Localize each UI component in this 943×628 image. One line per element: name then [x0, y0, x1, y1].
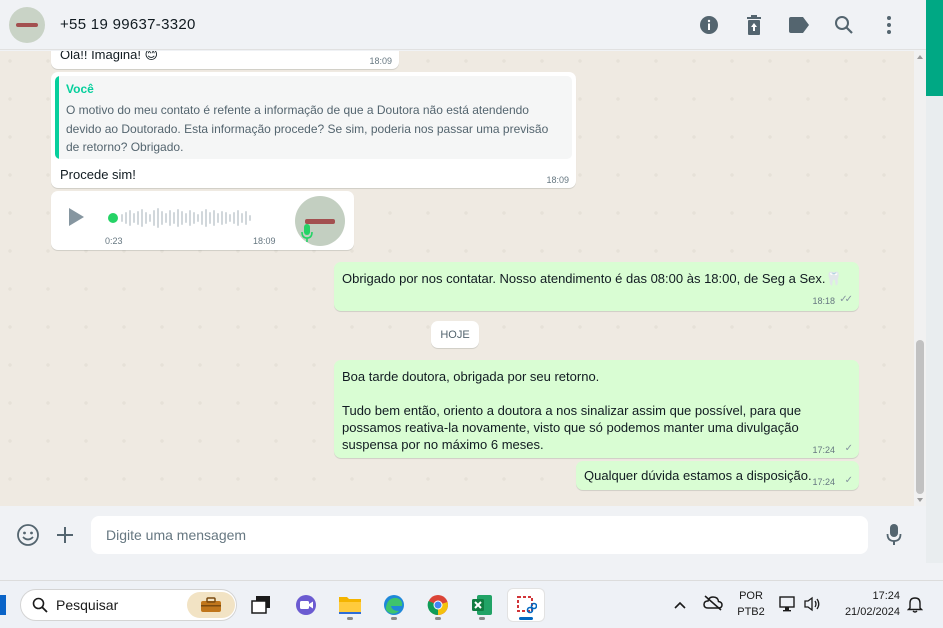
- message-text: Boa tarde doutora, obrigada por seu reto…: [342, 369, 802, 452]
- quote-bar: [55, 76, 59, 159]
- message-outgoing[interactable]: Boa tarde doutora, obrigada por seu reto…: [334, 360, 859, 458]
- emoji-icon[interactable]: [14, 521, 42, 549]
- scrollbar[interactable]: [914, 51, 926, 506]
- network-icon[interactable]: [779, 596, 797, 617]
- edge-icon[interactable]: [376, 589, 412, 621]
- message-text: Olá!! Imagina! 😊: [60, 51, 159, 62]
- message-time: 18:18: [812, 296, 835, 306]
- volume-icon[interactable]: [803, 596, 821, 617]
- clock-date[interactable]: 21/02/2024: [832, 606, 906, 618]
- message-text: Procede sim!: [60, 167, 136, 182]
- message-input[interactable]: Digite uma mensagem: [91, 516, 868, 554]
- chat-header: +55 19 99637-3320: [0, 0, 926, 50]
- scrollbar-thumb[interactable]: [916, 340, 924, 494]
- message-list[interactable]: Olá!! Imagina! 😊 18:09 Você O motivo do …: [0, 51, 926, 506]
- message-incoming[interactable]: Olá!! Imagina! 😊 18:09: [51, 51, 399, 69]
- composer-bar: Digite uma mensagem: [0, 507, 926, 563]
- message-time: 18:09: [546, 175, 569, 185]
- message-time: 18:09: [253, 236, 276, 246]
- audio-waveform[interactable]: [121, 207, 251, 229]
- teams-icon[interactable]: [288, 589, 324, 621]
- audio-message[interactable]: 0:23 18:09: [51, 191, 354, 250]
- quote-text: O motivo do meu contato é refente a info…: [66, 103, 549, 154]
- message-incoming-reply[interactable]: Você O motivo do meu contato é refente a…: [51, 72, 576, 188]
- info-icon[interactable]: [686, 5, 731, 45]
- running-indicator: [435, 617, 441, 620]
- date-divider: HOJE: [431, 321, 479, 348]
- file-explorer-icon[interactable]: [332, 589, 368, 621]
- message-time: 18:09: [369, 56, 392, 66]
- menu-icon[interactable]: [866, 5, 911, 45]
- background-window-edge: [926, 0, 943, 96]
- search-icon: [32, 597, 48, 613]
- background-window-body: [926, 96, 943, 563]
- message-outgoing[interactable]: Obrigado por nos contatar. Nosso atendim…: [334, 262, 859, 311]
- running-indicator: [391, 617, 397, 620]
- clinic-logo: [16, 22, 38, 27]
- contact-avatar[interactable]: [9, 6, 45, 43]
- sent-tick-icon: ✓: [844, 475, 854, 486]
- scroll-down-icon[interactable]: [917, 498, 923, 502]
- audio-duration: 0:23: [105, 236, 123, 246]
- chevron-up-icon[interactable]: [673, 597, 687, 615]
- taskbar-search[interactable]: Pesquisar: [20, 589, 237, 621]
- message-text: Qualquer dúvida estamos a disposição.: [584, 468, 812, 483]
- cloud-offline-icon[interactable]: [703, 595, 723, 616]
- language-indicator-bottom[interactable]: PTB2: [736, 606, 766, 618]
- task-view-icon[interactable]: [243, 589, 279, 621]
- read-ticks-icon: ✓✓: [839, 294, 853, 305]
- quoted-message[interactable]: Você O motivo do meu contato é refente a…: [55, 76, 572, 159]
- excel-icon[interactable]: [464, 589, 500, 621]
- search-icon[interactable]: [821, 5, 866, 45]
- play-icon[interactable]: [69, 208, 84, 226]
- sent-tick-icon: ✓: [844, 443, 854, 454]
- contact-name[interactable]: +55 19 99637-3320: [60, 16, 196, 33]
- windows-taskbar: Pesquisar POR PTB2 17:24 21/02/2024: [0, 580, 943, 628]
- attach-plus-icon[interactable]: [51, 521, 79, 549]
- briefcase-icon: [187, 592, 235, 618]
- scroll-up-icon[interactable]: [917, 55, 923, 59]
- message-text: Obrigado por nos contatar. Nosso atendim…: [342, 271, 842, 286]
- message-time: 17:24: [812, 477, 835, 487]
- label-icon[interactable]: [776, 5, 821, 45]
- running-indicator: [347, 617, 353, 620]
- running-indicator: [479, 617, 485, 620]
- language-indicator-top[interactable]: POR: [736, 590, 766, 602]
- microphone-icon: [301, 224, 313, 242]
- clock-time[interactable]: 17:24: [832, 590, 906, 602]
- microphone-icon[interactable]: [880, 521, 908, 549]
- snipping-tool-icon[interactable]: [508, 589, 544, 621]
- notifications-bell-icon[interactable]: [906, 596, 924, 618]
- quote-author: Você: [66, 82, 94, 96]
- taskbar-search-label: Pesquisar: [56, 597, 119, 613]
- audio-progress-handle[interactable]: [108, 213, 118, 223]
- clinic-logo: [305, 218, 335, 224]
- header-actions: [686, 0, 911, 50]
- running-indicator: [519, 617, 533, 620]
- message-time: 17:24: [812, 445, 835, 455]
- delete-icon[interactable]: [731, 5, 776, 45]
- message-outgoing[interactable]: Qualquer dúvida estamos a disposição. 17…: [576, 461, 859, 490]
- chrome-icon[interactable]: [420, 589, 456, 621]
- start-button[interactable]: [0, 595, 6, 615]
